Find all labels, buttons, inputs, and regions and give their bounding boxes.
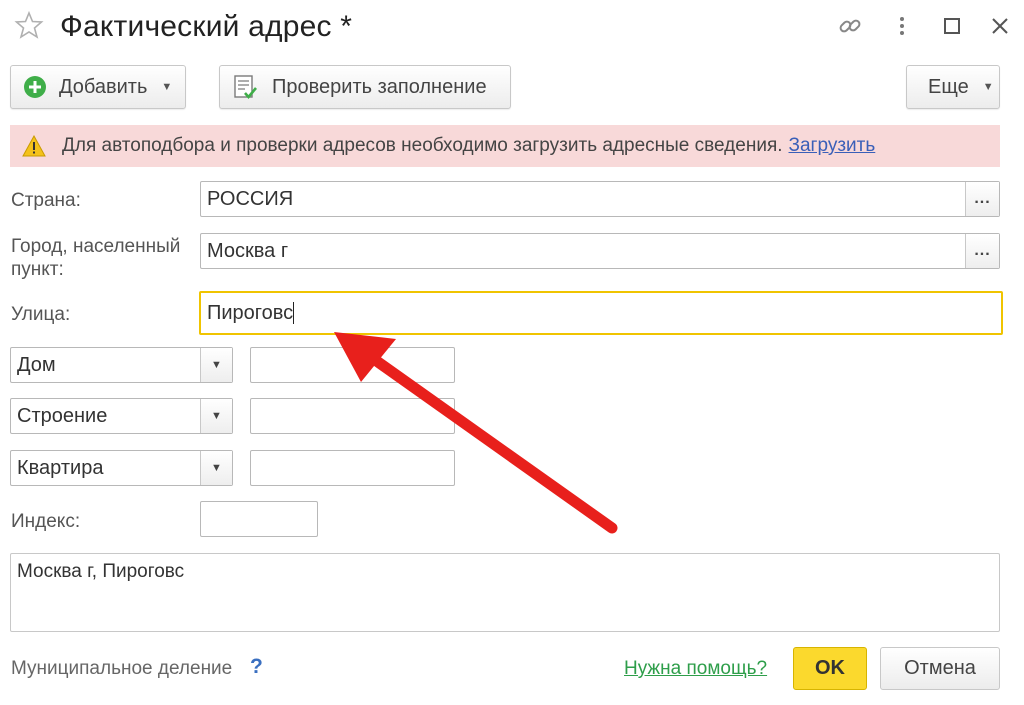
warning-text: Для автоподбора и проверки адресов необх… bbox=[62, 135, 783, 156]
warning-icon bbox=[22, 135, 46, 157]
chevron-down-icon[interactable]: ▼ bbox=[200, 348, 232, 382]
city-label-line2: пункт: bbox=[11, 259, 64, 280]
more-button[interactable]: Еще ▼ bbox=[906, 65, 1000, 109]
index-input[interactable] bbox=[200, 501, 318, 537]
close-icon[interactable] bbox=[986, 12, 1014, 40]
city-select-button[interactable]: ... bbox=[965, 234, 999, 268]
more-button-label: Еще bbox=[928, 75, 969, 98]
house-type-select[interactable]: Дом ▼ bbox=[10, 347, 233, 383]
link-icon[interactable] bbox=[836, 12, 864, 40]
add-button-label: Добавить bbox=[59, 75, 148, 98]
city-field[interactable]: Москва г ... bbox=[200, 233, 1000, 269]
window-title: Фактический адрес * bbox=[60, 10, 353, 43]
country-value: РОССИЯ bbox=[207, 187, 294, 210]
house-type-value: Дом bbox=[17, 353, 56, 376]
need-help-link[interactable]: Нужна помощь? bbox=[624, 658, 767, 680]
text-cursor bbox=[293, 302, 295, 325]
index-label: Индекс: bbox=[11, 511, 81, 532]
download-link[interactable]: Загрузить bbox=[789, 135, 876, 157]
more-vertical-icon[interactable] bbox=[888, 12, 916, 40]
full-address-textarea[interactable]: Москва г, Пироговс bbox=[10, 553, 1000, 632]
chevron-down-icon[interactable]: ▼ bbox=[200, 451, 232, 485]
maximize-icon[interactable] bbox=[938, 12, 966, 40]
house-number-input[interactable] bbox=[250, 347, 455, 383]
building-number-input[interactable] bbox=[250, 398, 455, 434]
city-label: Город, населенный пункт: bbox=[11, 235, 180, 281]
chevron-down-icon[interactable]: ▼ bbox=[200, 399, 232, 433]
apartment-number-input[interactable] bbox=[250, 450, 455, 486]
chevron-down-icon: ▼ bbox=[982, 81, 994, 93]
plus-circle-icon bbox=[23, 75, 47, 99]
building-type-value: Строение bbox=[17, 404, 108, 427]
street-label: Улица: bbox=[11, 304, 71, 325]
help-question-icon[interactable]: ? bbox=[250, 655, 263, 679]
municipal-division-label: Муниципальное деление bbox=[11, 658, 233, 679]
street-value: Пироговс bbox=[207, 301, 294, 324]
building-type-select[interactable]: Строение ▼ bbox=[10, 398, 233, 434]
cancel-button[interactable]: Отмена bbox=[880, 647, 1000, 690]
star-icon[interactable] bbox=[14, 10, 44, 40]
checklist-icon bbox=[232, 74, 258, 100]
add-button[interactable]: Добавить ▼ bbox=[10, 65, 186, 109]
title-bar: Фактический адрес * bbox=[0, 0, 1024, 56]
check-filling-label: Проверить заполнение bbox=[272, 75, 487, 98]
chevron-down-icon: ▼ bbox=[161, 81, 173, 93]
city-value: Москва г bbox=[207, 239, 289, 262]
warning-banner: Для автоподбора и проверки адресов необх… bbox=[10, 125, 1000, 167]
apartment-type-select[interactable]: Квартира ▼ bbox=[10, 450, 233, 486]
ok-button[interactable]: OK bbox=[793, 647, 867, 690]
country-select-button[interactable]: ... bbox=[965, 182, 999, 216]
city-label-line1: Город, населенный bbox=[11, 236, 181, 257]
apartment-type-value: Квартира bbox=[17, 456, 104, 479]
check-filling-button[interactable]: Проверить заполнение bbox=[219, 65, 511, 109]
full-address-text: Москва г, Пироговс bbox=[17, 561, 185, 582]
country-label: Страна: bbox=[11, 190, 81, 211]
street-input[interactable]: Пироговс bbox=[199, 291, 1003, 335]
country-field[interactable]: РОССИЯ ... bbox=[200, 181, 1000, 217]
